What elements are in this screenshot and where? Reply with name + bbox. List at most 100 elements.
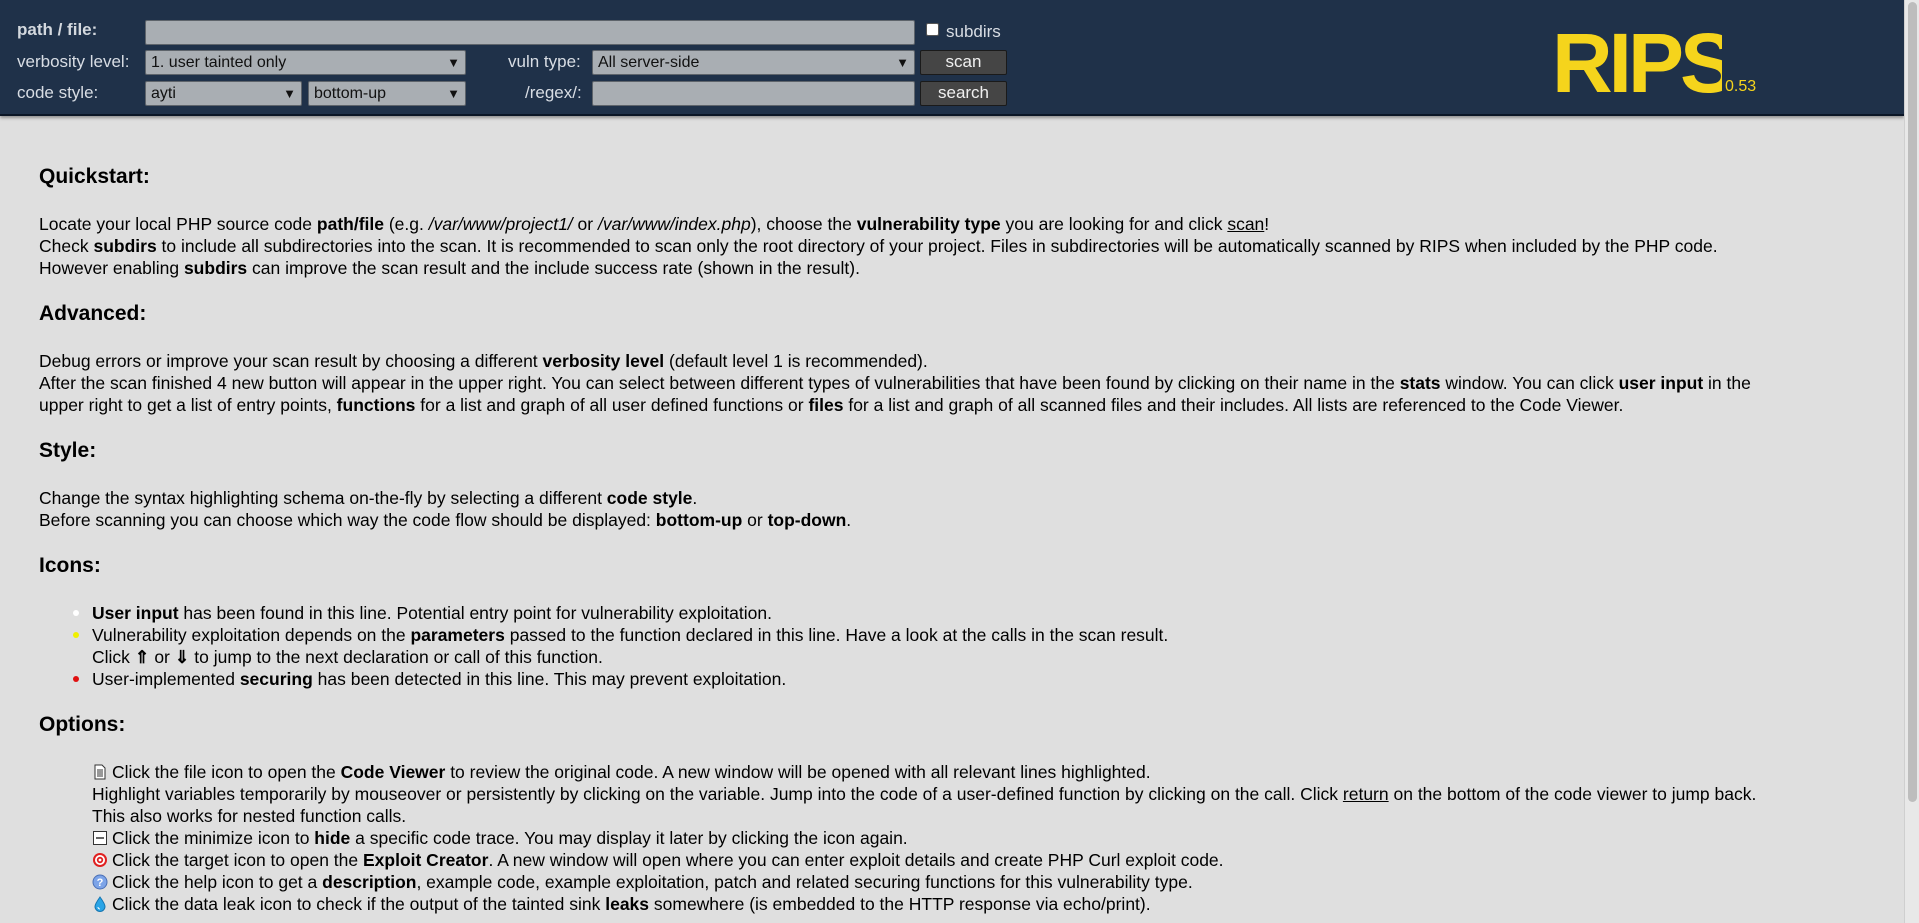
text: Click the minimize icon to [112,828,315,848]
scan-button[interactable]: scan [920,50,1007,75]
icons-heading: Icons: [39,554,101,577]
text: Locate your local PHP source code [39,214,317,234]
style-text: Change the syntax highlighting schema on… [39,487,1899,531]
text: to jump to the next declaration or call … [189,647,603,667]
text-bold: hide [314,828,351,848]
text-italic: /var/www/index.php [597,214,751,234]
list-item: This also works for nested function call… [92,805,1899,827]
text-bold: functions [336,395,416,415]
vertical-scrollbar[interactable] [1904,0,1919,923]
logo-text: RIPS [1552,20,1722,100]
list-item: Click the data leak icon to check if the… [92,893,1899,915]
text: Click [92,647,135,667]
style-heading: Style: [39,439,97,462]
text-bold: bottom-up [655,510,743,530]
quickstart-heading: Quickstart: [39,165,150,188]
text: Vulnerability exploitation depends on th… [92,625,411,645]
text: . A new window will open where you can e… [488,850,1224,870]
text-bold: subdirs [183,258,248,278]
quickstart-text: Locate your local PHP source code path/f… [39,213,1899,279]
text: window. You can click [1440,373,1619,393]
text-bold: securing [239,669,313,689]
vuln-type-label: vuln type: [508,52,581,71]
text-bold: description [322,872,417,892]
target-icon [93,853,107,867]
text: Check [39,236,94,256]
text: somewhere (is embedded to the HTTP respo… [649,894,1151,914]
text: Before scanning you can choose which way… [39,510,656,530]
securing-dot-icon [73,676,79,682]
text-bold: stats [1399,373,1441,393]
text-bold: vulnerability type [856,214,1001,234]
style-line-1: Change the syntax highlighting schema on… [39,487,1899,509]
text: . [692,488,698,508]
code-style-label: code style: [17,83,99,102]
data-leak-icon [94,896,106,912]
quickstart-line-2: Check subdirs to include all subdirector… [39,235,1899,257]
text: for a list and graph of all scanned file… [843,395,1624,415]
icons-list: User input has been found in this line. … [39,602,1899,690]
text: , example code, example exploitation, pa… [416,872,1193,892]
subdirs-checkbox[interactable] [926,23,939,36]
text: (e.g. [383,214,429,234]
text: ! [1264,214,1270,234]
text: Debug errors or improve your scan result… [39,351,543,371]
text: Click the target icon to open the [112,850,363,870]
text-bold: parameters [410,625,505,645]
flow-direction-select[interactable]: bottom-up ▼ [308,81,466,106]
help-icon: ? [92,874,108,890]
help-content: Quickstart: Locate your local PHP source… [39,164,1899,915]
text: (default level 1 is recommended). [664,351,928,371]
text: in the [1703,373,1751,393]
text: upper right to get a list of entry point… [39,395,337,415]
path-input[interactable] [145,20,915,45]
text: Click the help icon to get a [112,872,323,892]
return-reference: return [1342,784,1389,804]
text-bold: subdirs [93,236,157,256]
list-item: User input has been found in this line. … [73,602,1899,624]
top-toolbar: path / file: subdirs verbosity level: 1.… [0,0,1904,116]
file-icon [94,764,106,780]
text: on the bottom of the code viewer to jump… [1388,784,1757,804]
text: or [742,510,768,530]
text: Click the data leak icon to check if the… [112,894,606,914]
text-bold: top-down [767,510,847,530]
text: Change the syntax highlighting schema on… [39,488,607,508]
vuln-type-value: All server-side [598,54,700,71]
text: to review the original code. A new windo… [445,762,1151,782]
list-item: ? Click the help icon to get a descriptio… [92,871,1899,893]
code-style-select[interactable]: ayti ▼ [145,81,302,106]
scrollbar-thumb[interactable] [1908,2,1917,802]
text: for a list and graph of all user defined… [415,395,809,415]
text-bold: user input [1618,373,1704,393]
text-bold: leaks [605,894,650,914]
verbosity-value: 1. user tainted only [151,54,287,71]
subdirs-label: subdirs [946,22,1001,41]
regex-label: /regex/: [525,83,582,102]
search-button[interactable]: search [920,81,1007,106]
text-bold: Exploit Creator [362,850,489,870]
advanced-line-2: After the scan finished 4 new button wil… [39,372,1899,394]
text: a specific code trace. You may display i… [350,828,908,848]
regex-input[interactable] [592,81,915,106]
text: User-implemented [92,669,240,689]
chevron-down-icon: ▼ [896,55,909,70]
text: . [846,510,852,530]
arrow-up-icon: ⇑ [134,647,150,667]
text-bold: files [808,395,844,415]
list-item: Click the file icon to open the Code Vie… [92,761,1899,783]
verbosity-select[interactable]: 1. user tainted only ▼ [145,50,466,75]
chevron-down-icon: ▼ [283,86,296,101]
text-bold: path/file [316,214,384,234]
arrow-down-icon: ⇓ [174,647,190,667]
list-item: Highlight variables temporarily by mouse… [92,783,1899,805]
rips-logo: RIPS [1552,20,1722,100]
advanced-heading: Advanced: [39,302,147,325]
chevron-down-icon: ▼ [447,86,460,101]
text: to include all subdirectories into the s… [156,236,1718,256]
parameters-dot-icon [73,632,79,638]
text: However enabling [39,258,184,278]
vuln-type-select[interactable]: All server-side ▼ [592,50,915,75]
svg-text:?: ? [97,877,104,889]
list-item: Click the minimize icon to hide a specif… [92,827,1899,849]
